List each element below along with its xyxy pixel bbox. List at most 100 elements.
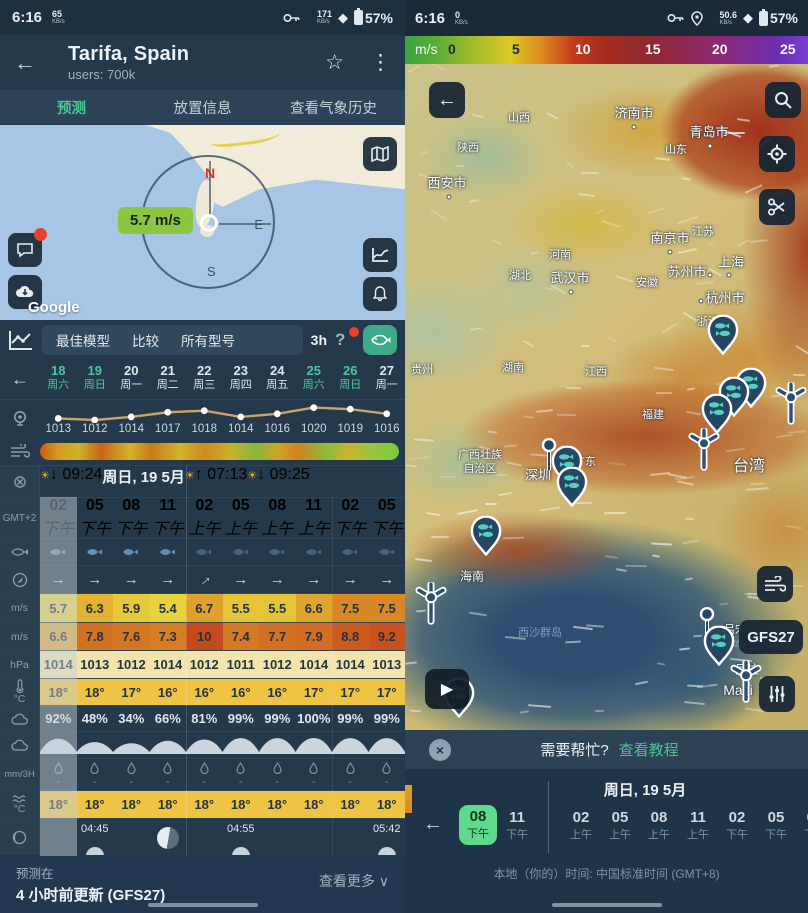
turbine-marker[interactable] (729, 660, 763, 704)
see-more-button[interactable]: 查看更多 ∨ (319, 871, 389, 891)
wind-streak (557, 414, 576, 416)
pressure-row-cell: 1013 (77, 651, 114, 678)
time-step-label[interactable]: 3h (311, 332, 327, 348)
map-back-button[interactable]: ← (429, 82, 465, 118)
time-chip-05下午[interactable]: 05下午 (757, 809, 795, 842)
drag-handle[interactable] (552, 903, 662, 907)
wind-streak (603, 220, 621, 228)
pressure-row-cell: 1014 (296, 651, 333, 678)
day-22[interactable]: 22周三 (186, 360, 223, 399)
help-button[interactable]: ? (335, 330, 355, 350)
day-24[interactable]: 24周五 (259, 360, 296, 399)
model-option-1[interactable]: 比较 (132, 330, 159, 350)
time-chip-05上午[interactable]: 05上午 (601, 809, 639, 842)
tutorial-link[interactable]: 查看教程 (619, 742, 679, 759)
distance-tool-button[interactable] (759, 189, 795, 225)
time-chip-02上午[interactable]: 02上午 (562, 809, 600, 842)
day-23[interactable]: 23周四 (223, 360, 260, 399)
map-label: 自治区 (464, 460, 497, 476)
time-chip-11下午[interactable]: 11下午 (498, 809, 536, 842)
network-speed-2: 50.6KB/s (719, 11, 737, 26)
hour-cell[interactable]: 08上午 (259, 498, 296, 538)
drag-handle[interactable] (148, 903, 258, 907)
tab-1[interactable]: 放置信息 (137, 97, 268, 118)
day-date-label: 周日, 19 5月 (102, 466, 185, 497)
wind-streak (487, 430, 496, 433)
day-20[interactable]: 20周一 (113, 360, 150, 399)
overflow-menu-icon[interactable]: ⋮ (370, 50, 391, 75)
hour-cell[interactable]: 05上午 (223, 498, 260, 538)
alerts-button[interactable] (363, 277, 397, 311)
day-21[interactable]: 21周二 (150, 360, 187, 399)
hour-cell[interactable]: 02下午 (332, 498, 369, 538)
wind-streak (657, 663, 665, 666)
model-option-2[interactable]: 所有型号 (181, 330, 235, 350)
turbine-marker[interactable] (414, 582, 448, 626)
pressure-row-cell: 1014 (150, 651, 187, 678)
map-fullscreen-button[interactable] (363, 137, 397, 171)
day-18[interactable]: 18周六 (40, 360, 77, 399)
wind-layer-button[interactable] (757, 566, 793, 602)
close-help-button[interactable]: × (429, 739, 451, 761)
network-speed-2: 171KB/s (317, 10, 332, 25)
pressure-row-cell: 1012 (186, 651, 223, 678)
time-chip-08上午[interactable]: 08上午 (640, 809, 678, 842)
tab-0[interactable]: 预测 (6, 97, 137, 118)
day-25[interactable]: 25周六 (296, 360, 333, 399)
page-title: Tarifa, Spain (68, 43, 189, 66)
water-temp-row-cell: 18° (332, 791, 369, 818)
hour-cell[interactable]: 11下午 (150, 498, 187, 538)
battery-indicator: 57% (759, 10, 798, 26)
locate-button[interactable] (759, 136, 795, 172)
day-19[interactable]: 19周日 (77, 360, 114, 399)
wind-gust-row-cell: 7.8 (77, 623, 114, 650)
chat-button[interactable] (8, 233, 42, 267)
wind-streak (683, 312, 698, 323)
model-options-pill[interactable]: 最佳模型 比较 所有型号 (42, 325, 303, 355)
back-button[interactable]: ← (14, 50, 54, 76)
hour-cell[interactable]: 02下午 (40, 498, 77, 538)
fish-marker[interactable] (707, 315, 739, 355)
map-label: 贵州 (411, 361, 433, 377)
map-icon (371, 146, 389, 162)
wind-streak (503, 537, 524, 539)
time-chip-08下午[interactable]: 08下午 (796, 809, 808, 842)
fishing-row (0, 538, 405, 565)
clock: 6:16 (12, 9, 42, 26)
time-chip-11上午[interactable]: 11上午 (679, 809, 717, 842)
wind-streak (469, 199, 479, 203)
search-button[interactable] (765, 82, 801, 118)
air-temp-row-cell: 17° (369, 679, 406, 705)
city-dot (727, 273, 732, 278)
days-back-button[interactable]: ← (0, 360, 40, 399)
cloud-graph (40, 732, 405, 759)
favorite-star-icon[interactable]: ☆ (325, 50, 344, 75)
day-26[interactable]: 26周日 (332, 360, 369, 399)
day-27[interactable]: 27周一 (369, 360, 406, 399)
fish-marker[interactable] (470, 516, 502, 556)
fish-marker[interactable] (556, 467, 588, 507)
wind-streak (430, 208, 448, 220)
time-chip-02下午[interactable]: 02下午 (718, 809, 756, 842)
hour-cell[interactable]: 08下午 (113, 498, 150, 538)
hour-cell[interactable]: 11上午 (296, 498, 333, 538)
hour-cell[interactable]: 05下午 (369, 498, 406, 538)
time-chip-08下午[interactable]: 08下午 (459, 805, 497, 845)
map-label: 西沙群岛 (518, 624, 562, 640)
hour-cell[interactable]: 02上午 (186, 498, 223, 538)
turbine-marker[interactable] (774, 382, 808, 426)
layer-settings-button[interactable] (759, 676, 795, 712)
turbine-marker[interactable] (687, 428, 721, 472)
wind-streak (472, 114, 484, 118)
hour-cell[interactable]: 05下午 (77, 498, 114, 538)
wind-arrow-cell: → (186, 566, 223, 593)
fishing-mode-button[interactable] (363, 325, 397, 355)
wind-streak (685, 577, 693, 580)
play-animation-button[interactable]: ▶ (425, 669, 469, 709)
tab-2[interactable]: 查看气象历史 (268, 97, 399, 118)
wind-streak (539, 506, 560, 511)
mini-map[interactable]: N E S 5.7 m/s Google (0, 125, 405, 320)
model-option-0[interactable]: 最佳模型 (56, 330, 110, 350)
tide-chart-button[interactable] (363, 238, 397, 272)
model-button[interactable]: GFS27 (739, 620, 803, 654)
